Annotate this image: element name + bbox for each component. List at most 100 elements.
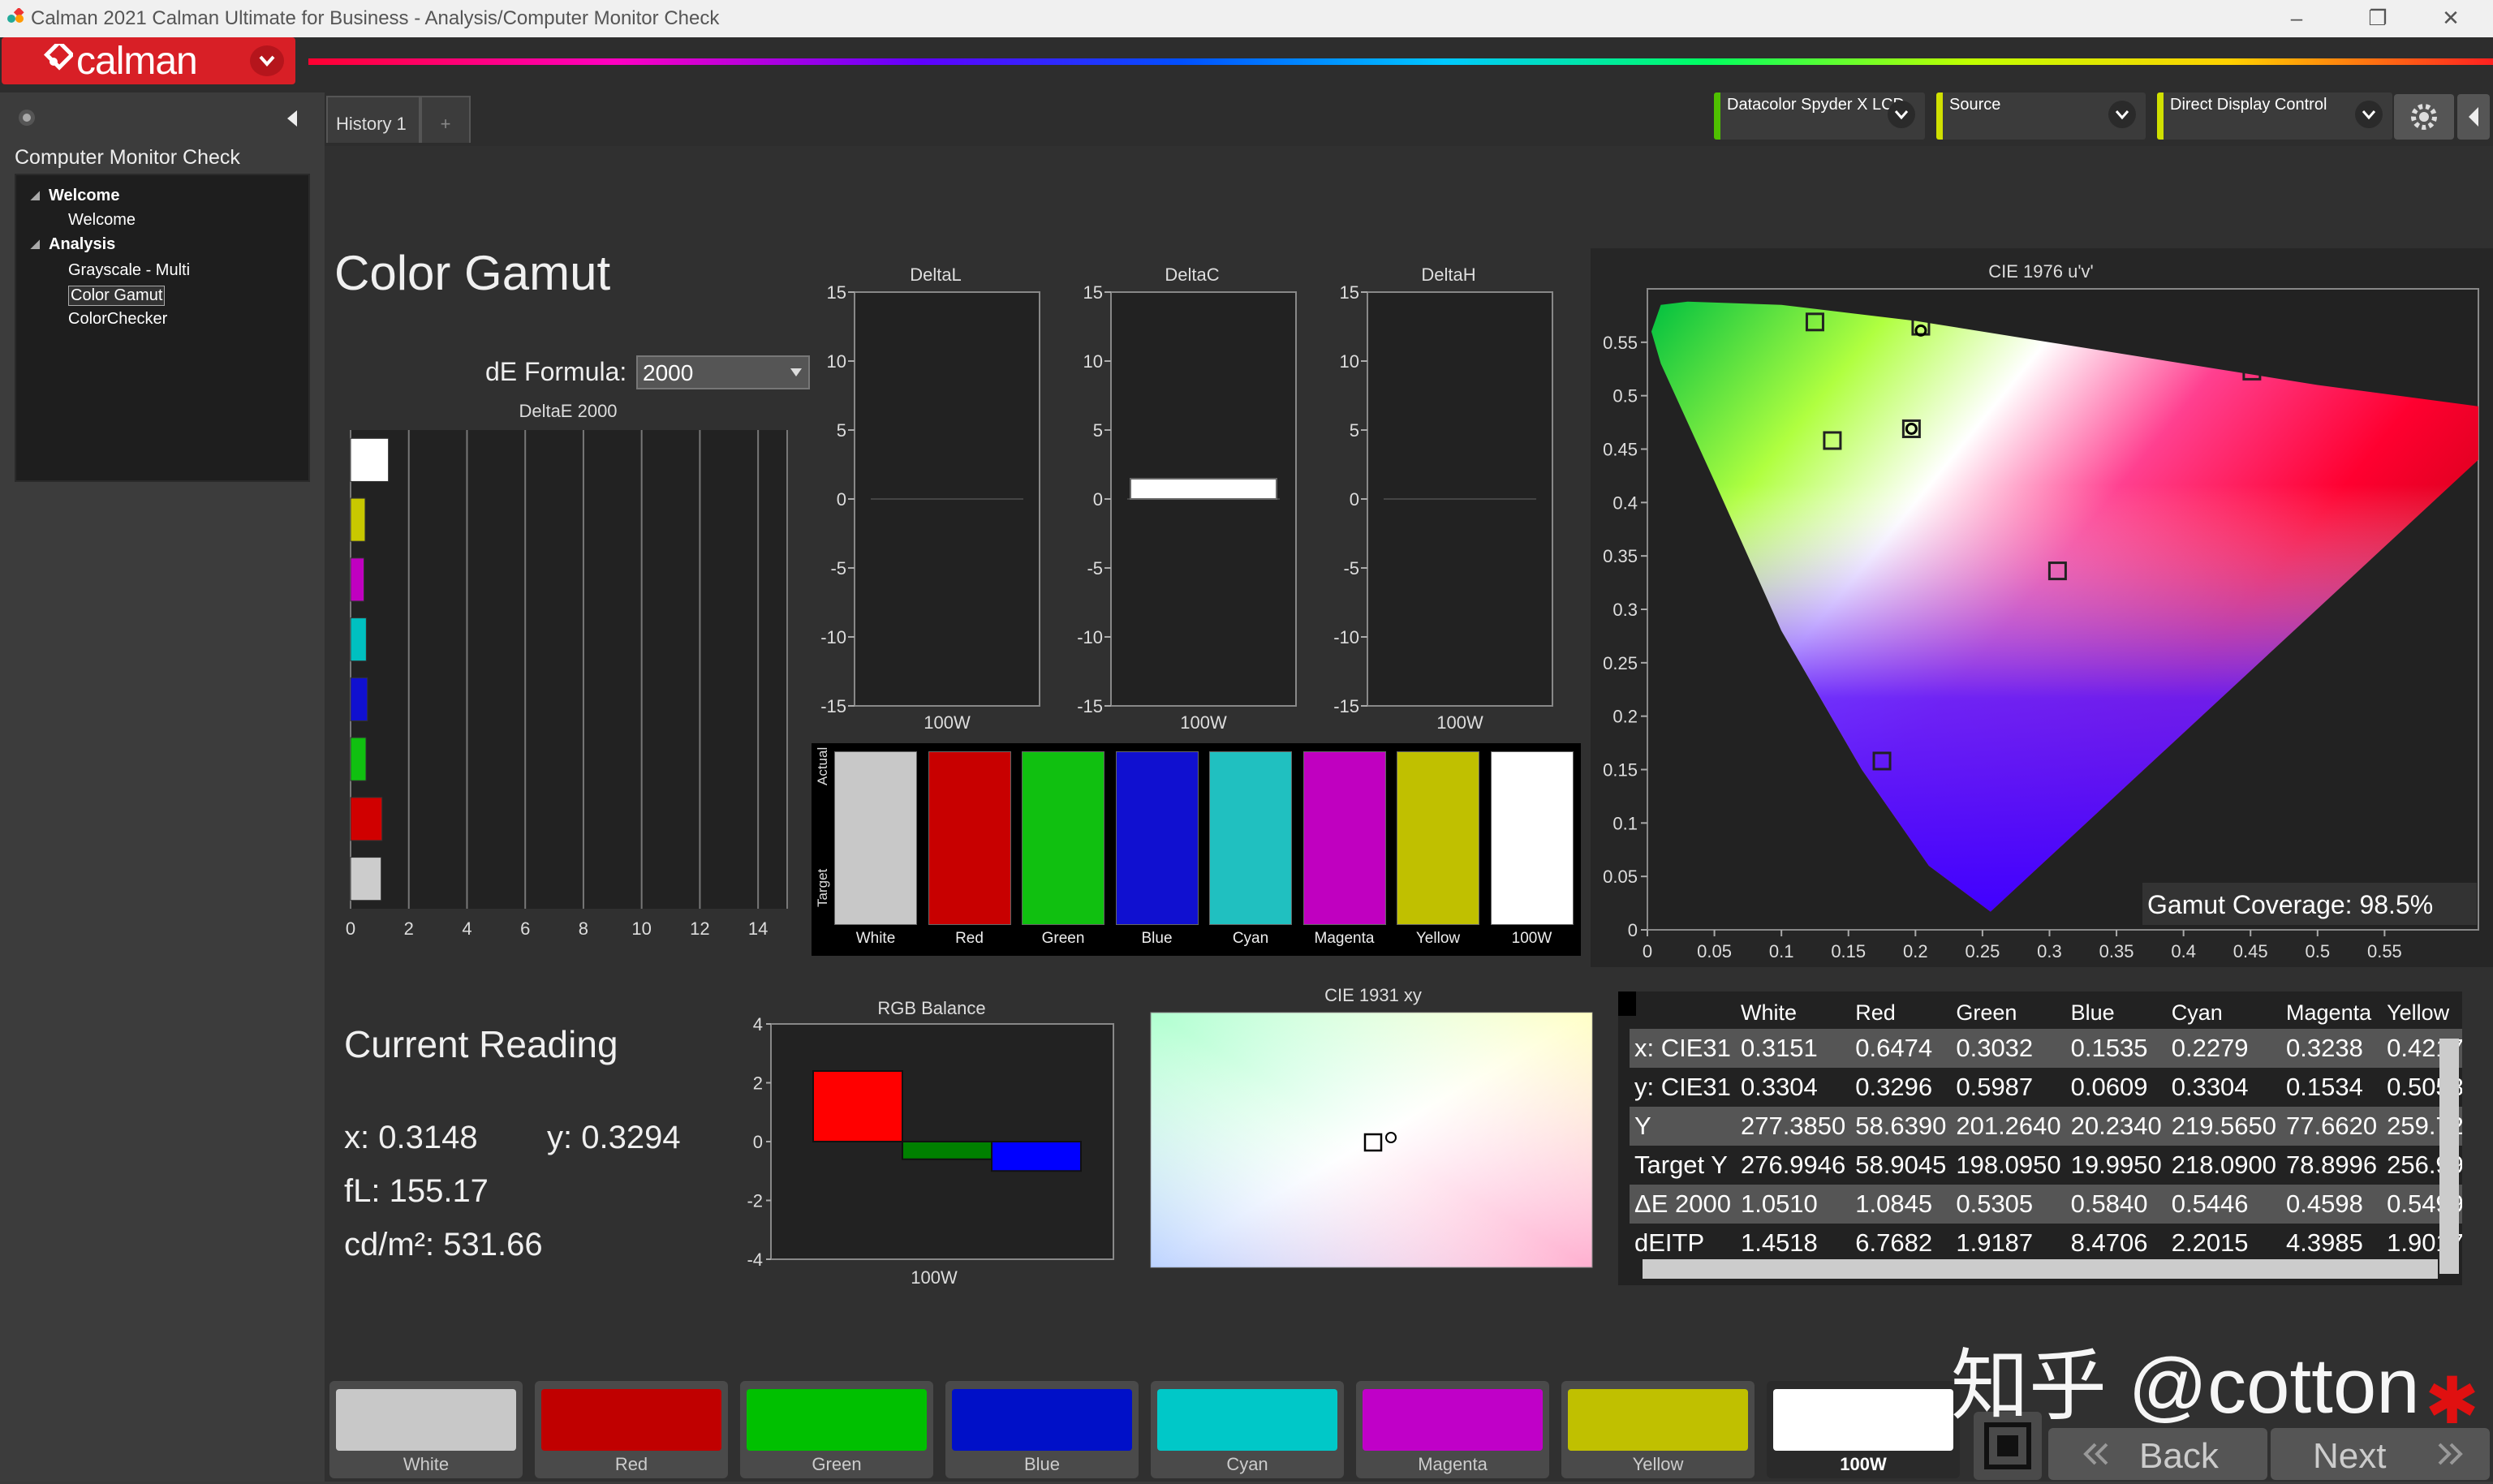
tick-label: 0 (1350, 489, 1359, 510)
swatch-100w[interactable]: 100W (1767, 1381, 1960, 1478)
cie1931-chart: CIE 1931 xy (1150, 985, 1593, 1268)
swatch-label: Blue (1023, 1454, 1061, 1474)
tick-label: -5 (830, 558, 846, 579)
reading-x: x: 0.3148 (344, 1120, 478, 1155)
tick-label: 0.35 (1603, 546, 1638, 566)
de-formula-value: 2000 (643, 360, 694, 385)
tree-item[interactable]: Color Gamut (68, 286, 166, 306)
tick-label: 0 (1643, 941, 1652, 961)
column-header: Magenta (2286, 1000, 2372, 1025)
de-formula-select[interactable]: 2000 (636, 355, 810, 389)
tick-label: 12 (690, 918, 709, 939)
measurement-table-panel: White Red Green Blue Cyan Magenta Yellow x: CIE… (1618, 991, 2462, 1285)
chart-title: DeltaE 2000 (519, 401, 617, 421)
calman-logo-icon (43, 44, 73, 71)
bar-100w (1130, 478, 1277, 500)
source-selector[interactable]: Source (1936, 92, 2146, 140)
title-bar: Calman 2021 Calman Ultimate for Business… (0, 0, 2493, 37)
chart-title: DeltaH (1421, 265, 1475, 285)
horizontal-scrollbar[interactable] (1643, 1259, 2438, 1279)
restore-icon[interactable]: ❐ (2353, 3, 2402, 32)
tick-label: 10 (631, 918, 651, 939)
tick-label: 15 (1083, 282, 1103, 303)
gear-icon (2411, 104, 2437, 130)
tree-expander-icon[interactable]: ◢ (31, 188, 40, 202)
swatch-red[interactable]: Red (535, 1381, 728, 1478)
swatch-label: Cyan (1226, 1454, 1268, 1474)
double-chevron-left-icon (2083, 1443, 2108, 1465)
vertical-scrollbar[interactable] (2439, 1039, 2459, 1274)
tick-label: -10 (1077, 627, 1103, 647)
tree-item[interactable]: Grayscale - Multi (68, 261, 190, 280)
table-cell: 0.3304 (2171, 1073, 2249, 1101)
bar-cyan (350, 617, 367, 662)
table-cell: 0.0609 (2070, 1073, 2148, 1101)
minimize-icon[interactable]: – (2272, 3, 2321, 32)
table-row: y: CIE31 0.3304 0.3296 0.5987 0.0609 0.3304 0.… (1630, 1068, 2462, 1107)
column-header (1630, 996, 1736, 1029)
tick-label: -5 (1087, 558, 1103, 579)
table-cell: 0.3304 (1740, 1073, 1818, 1101)
tick-label: 0.05 (1603, 867, 1638, 887)
next-label: Next (2313, 1436, 2387, 1476)
tick-label: 5 (1093, 420, 1103, 441)
pin-icon[interactable] (16, 107, 37, 128)
swatch-white[interactable]: White (329, 1381, 523, 1478)
tick-label: 15 (1340, 282, 1359, 303)
tree-item[interactable]: Welcome (68, 211, 136, 230)
collapse-panel-button[interactable] (2457, 94, 2490, 140)
table-cell: 0.6474 (1850, 1029, 1952, 1068)
tick-label: -5 (1343, 558, 1359, 579)
app-menu-button[interactable]: calman (2, 37, 295, 84)
tick-label: 10 (1340, 351, 1359, 372)
swatch-cyan[interactable]: Cyan (1151, 1381, 1344, 1478)
swatch-magenta[interactable]: Magenta (1356, 1381, 1549, 1478)
swatch-yellow[interactable]: Yellow (1561, 1381, 1755, 1478)
table-cell: 0.1534 (2286, 1073, 2363, 1101)
rgb-balance-chart: RGB Balance 4 2 0 -2 -4 100W (747, 998, 1114, 1287)
tick-label: 14 (748, 918, 768, 939)
tab-label: History 1 (336, 114, 407, 134)
patch-white (834, 751, 917, 925)
tick-label: 0.15 (1831, 941, 1866, 961)
tick-label: 0 (753, 1132, 763, 1152)
gamut-coverage-text: Gamut Coverage: 98.5% (2147, 890, 2433, 919)
delta-l-chart: DeltaL 15 10 5 0 -5 -10 -15 100W (820, 265, 1040, 733)
table-row: ΔE 2000 1.0510 1.0845 0.5305 0.5840 0.5446 0.4… (1630, 1185, 2462, 1224)
display-control-selector[interactable]: Direct Display Control (2157, 92, 2392, 140)
table-cell: Target Y (1634, 1151, 1728, 1179)
tree-item[interactable]: Analysis ◢ (31, 235, 115, 254)
category-label: 100W (924, 712, 971, 733)
table-header-row: White Red Green Blue Cyan Magenta Yellow (1630, 996, 2462, 1029)
swatch-color (747, 1389, 927, 1451)
tick-label: 0.25 (1965, 941, 2000, 961)
add-tab-button[interactable]: + (420, 96, 471, 143)
table-cell: x: CIE31 (1630, 1029, 1736, 1068)
tick-label: -2 (747, 1191, 763, 1211)
sidebar-header (11, 102, 313, 135)
swatch-label: 100W (1840, 1454, 1887, 1474)
tree-expander-icon[interactable]: ◢ (31, 237, 40, 251)
tree-item[interactable]: ColorChecker (68, 310, 167, 329)
close-icon[interactable]: ✕ (2426, 3, 2475, 32)
table-cell: 0.3238 (2281, 1029, 2383, 1068)
swatch-label: White (403, 1454, 450, 1474)
collapse-sidebar-icon[interactable] (281, 107, 305, 130)
table-cell: 0.5305 (1951, 1185, 2066, 1224)
tick-label: 0.05 (1697, 941, 1732, 961)
back-button[interactable]: Back (2048, 1428, 2267, 1480)
reading-fl: fL: 155.17 (344, 1173, 489, 1209)
swatch-blue[interactable]: Blue (945, 1381, 1139, 1478)
table-row: Target Y 276.9946 58.9045 198.0950 19.9950 21… (1630, 1146, 2462, 1185)
swatch-color (952, 1389, 1132, 1451)
chart-title: DeltaL (910, 265, 962, 285)
tab-history-1[interactable]: History 1 (326, 96, 420, 143)
table-cell: 58.6390 (1850, 1107, 1952, 1146)
tree-item[interactable]: Welcome ◢ (31, 187, 119, 205)
chevron-left-icon (2469, 107, 2478, 127)
settings-button[interactable] (2394, 94, 2454, 140)
swatch-green[interactable]: Green (740, 1381, 933, 1478)
patch-label: Yellow (1415, 930, 1461, 947)
patch-label: Magenta (1314, 930, 1375, 947)
meter-selector[interactable]: Datacolor Spyder X LCD (1714, 92, 1925, 140)
